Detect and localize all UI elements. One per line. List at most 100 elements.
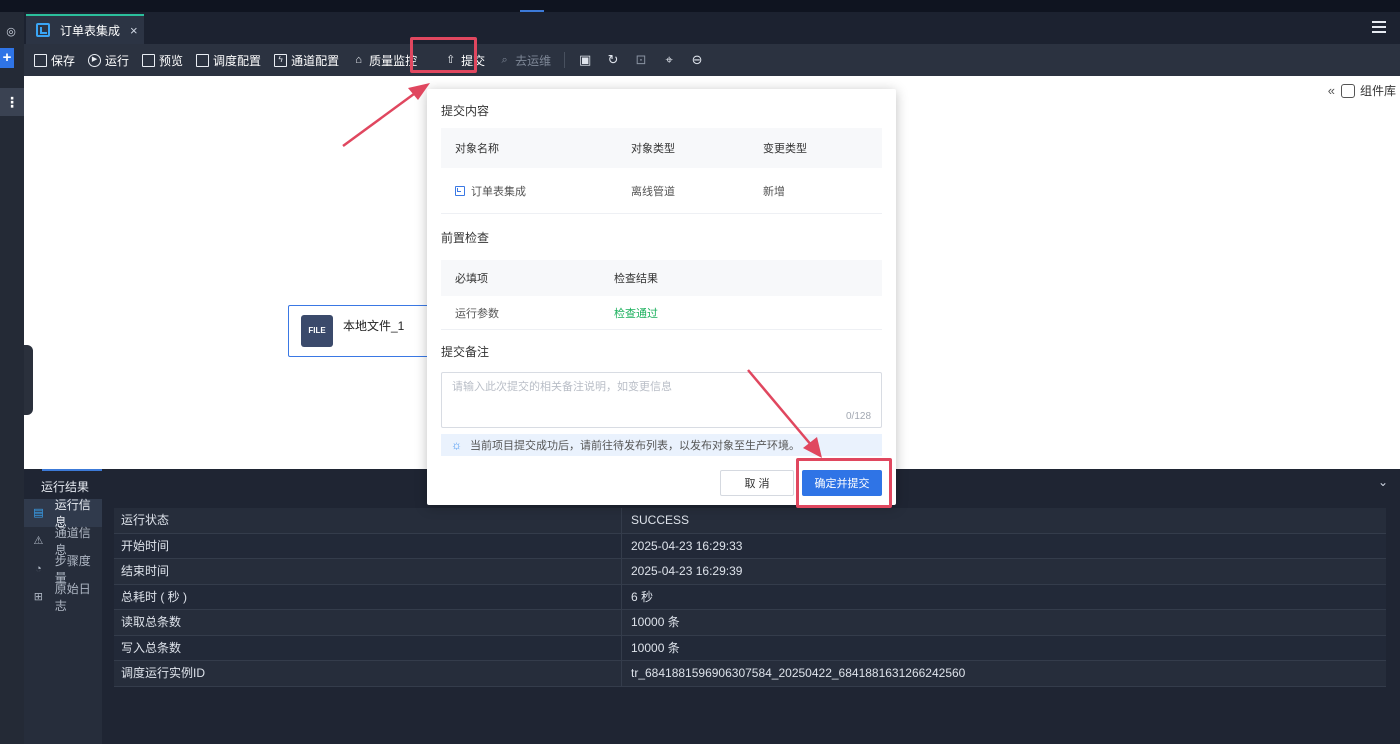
refresh-icon[interactable]: ↻	[605, 52, 621, 68]
table-row: 运行参数 检查通过	[441, 296, 882, 330]
info-tip: ☼ 当前项目提交成功后，请前往待发布列表，以发布对象至生产环境。	[441, 434, 882, 456]
code-icon: ⊞	[33, 590, 43, 603]
search-gear-icon: ⌕	[501, 53, 508, 66]
preview-label: 预览	[159, 53, 184, 68]
table-header: 对象名称 对象类型 变更类型	[441, 128, 882, 168]
save-icon	[34, 53, 47, 67]
channel-config-button[interactable]: ϟ 通道配置	[274, 44, 339, 76]
quality-monitor-button[interactable]: ⌂ 质量监控	[352, 44, 417, 76]
sidebar-item-label: 原始日志	[54, 582, 91, 613]
channel-icon: ϟ	[274, 53, 288, 67]
column-header: 对象名称	[455, 143, 499, 155]
warning-icon: ⚠	[33, 534, 44, 547]
row-value: 10000 条	[631, 615, 680, 629]
terminal-icon[interactable]: ▣	[577, 52, 593, 68]
add-icon[interactable]: +	[0, 48, 14, 68]
submit-dialog: 提交内容 对象名称 对象类型 变更类型 订单表集成 离线管道 新增 前置检查 必…	[427, 89, 896, 505]
check-result-cell: 检查通过	[614, 307, 658, 320]
tab-bar: 订单表集成 ×	[24, 12, 1400, 44]
table-row: 读取总条数 10000 条	[114, 610, 1386, 636]
node-label: 本地文件_1	[343, 318, 405, 333]
monitor-icon	[142, 53, 156, 67]
column-header: 变更类型	[763, 143, 807, 155]
house-icon: ⌂	[355, 53, 362, 66]
tip-text: 当前项目提交成功后，请前往待发布列表，以发布对象至生产环境。	[470, 440, 800, 452]
schedule-config-button[interactable]: 调度配置	[196, 44, 261, 76]
remark-textarea[interactable]	[441, 372, 882, 428]
toolbar: 保存 ▶ 运行 预览 调度配置 ϟ 通道配置 ⌂ 质量监控 ⇧ 提交 ⌕ 去运维 ▣ ↻ …	[24, 44, 1400, 76]
check-item-cell: 运行参数	[455, 307, 499, 320]
submit-content-title: 提交内容	[441, 104, 490, 118]
file-icon: FILE	[301, 315, 333, 347]
component-library-toggle[interactable]: « 组件库	[1328, 82, 1396, 99]
upload-house-icon: ⇧	[445, 53, 456, 66]
run-info-table: 运行状态 SUCCESS 开始时间 2025-04-23 16:29:33 结束时间…	[114, 508, 1386, 687]
tab-order-integration[interactable]: 订单表集成 ×	[26, 14, 144, 44]
change-type-cell: 新增	[763, 185, 785, 198]
pipeline-icon	[36, 23, 50, 37]
row-key: 写入总条数	[114, 635, 622, 660]
table-row: 调度运行实例ID tr_6841881596906307584_20250422_…	[114, 661, 1386, 687]
submit-button[interactable]: ⇧ 提交	[444, 44, 485, 76]
submit-content-table: 对象名称 对象类型 变更类型 订单表集成 离线管道 新增	[441, 128, 882, 214]
lock-icon[interactable]: ⊡	[633, 52, 649, 68]
table-row: 结束时间 2025-04-23 16:29:39	[114, 559, 1386, 585]
row-value: SUCCESS	[631, 513, 690, 527]
column-header: 必填项	[455, 273, 488, 285]
object-name-cell: 订单表集成	[441, 183, 617, 199]
run-label: 运行	[105, 53, 130, 68]
precheck-table: 必填项 检查结果 运行参数 检查通过	[441, 260, 882, 330]
cancel-button[interactable]: 取 消	[720, 470, 794, 496]
gauge-icon: ◔	[35, 562, 42, 575]
panel-collapse-handle[interactable]	[24, 345, 33, 415]
collapse-down-icon[interactable]: ⌄	[1378, 475, 1388, 489]
row-key: 运行状态	[114, 508, 622, 533]
puzzle-icon	[1340, 83, 1355, 98]
document-icon: ▤	[33, 506, 44, 519]
minus-circle-icon[interactable]: ⊖	[689, 52, 705, 68]
active-tab-indicator	[42, 469, 102, 471]
submit-label: 提交	[461, 53, 486, 68]
row-key: 调度运行实例ID	[114, 661, 622, 686]
play-icon: ▶	[88, 53, 102, 67]
object-name: 订单表集成	[471, 185, 526, 198]
run-button[interactable]: ▶ 运行	[88, 44, 129, 76]
tab-label: 订单表集成	[60, 23, 121, 38]
table-row: 总耗时 ( 秒 ) 6 秒	[114, 584, 1386, 610]
row-value: 2025-04-23 16:29:33	[631, 538, 743, 553]
column-header: 检查结果	[614, 273, 658, 285]
sidebar-item-channel-info[interactable]: ⚠ 通道信息	[24, 526, 102, 557]
menu-icon[interactable]	[1372, 21, 1386, 33]
tab-close-icon[interactable]: ×	[130, 23, 138, 38]
confirm-submit-button[interactable]: 确定并提交	[802, 470, 882, 496]
run-result-sidebar: ▤ 运行信息 ⚠ 通道信息 ◔ 步骤度量 ⊞ 原始日志	[24, 498, 102, 744]
precheck-title: 前置检查	[441, 231, 490, 245]
location-icon[interactable]: ⌖	[661, 52, 677, 68]
table-row: 开始时间 2025-04-23 16:29:33	[114, 533, 1386, 559]
sidebar-item-run-info[interactable]: ▤ 运行信息	[24, 498, 102, 529]
sidebar-item-raw-log[interactable]: ⊞ 原始日志	[24, 582, 102, 613]
row-value: 6 秒	[631, 589, 654, 604]
toolbar-divider	[564, 52, 566, 68]
save-button[interactable]: 保存	[34, 44, 75, 76]
more-vertical-icon[interactable]: ⋮	[0, 88, 24, 116]
pipeline-node-local-file[interactable]: FILE 本地文件_1	[288, 305, 438, 357]
save-label: 保存	[51, 53, 76, 68]
top-bar	[0, 0, 1400, 12]
row-key: 结束时间	[114, 559, 622, 584]
channel-config-label: 通道配置	[291, 53, 340, 68]
run-result-panel: 运行结果 ⌄ ▤ 运行信息 ⚠ 通道信息 ◔ 步骤度量 ⊞ 原始日志 运行状态 SUCCE…	[24, 469, 1400, 744]
left-rail: ◎ + ⋮	[0, 12, 24, 744]
row-value: 10000 条	[631, 640, 680, 655]
table-header: 必填项 检查结果	[441, 260, 882, 296]
go-ops-label: 去运维	[515, 53, 552, 68]
component-library-label: 组件库	[1359, 84, 1396, 98]
location-pin-icon[interactable]: ◎	[3, 24, 19, 40]
go-ops-button[interactable]: ⌕ 去运维	[498, 44, 552, 76]
pipeline-icon	[455, 185, 465, 196]
preview-button[interactable]: 预览	[142, 44, 183, 76]
remark-title: 提交备注	[441, 345, 490, 359]
sidebar-item-step-metrics[interactable]: ◔ 步骤度量	[24, 554, 102, 585]
quality-monitor-label: 质量监控	[369, 53, 418, 68]
remark-counter: 0/128	[846, 411, 872, 422]
